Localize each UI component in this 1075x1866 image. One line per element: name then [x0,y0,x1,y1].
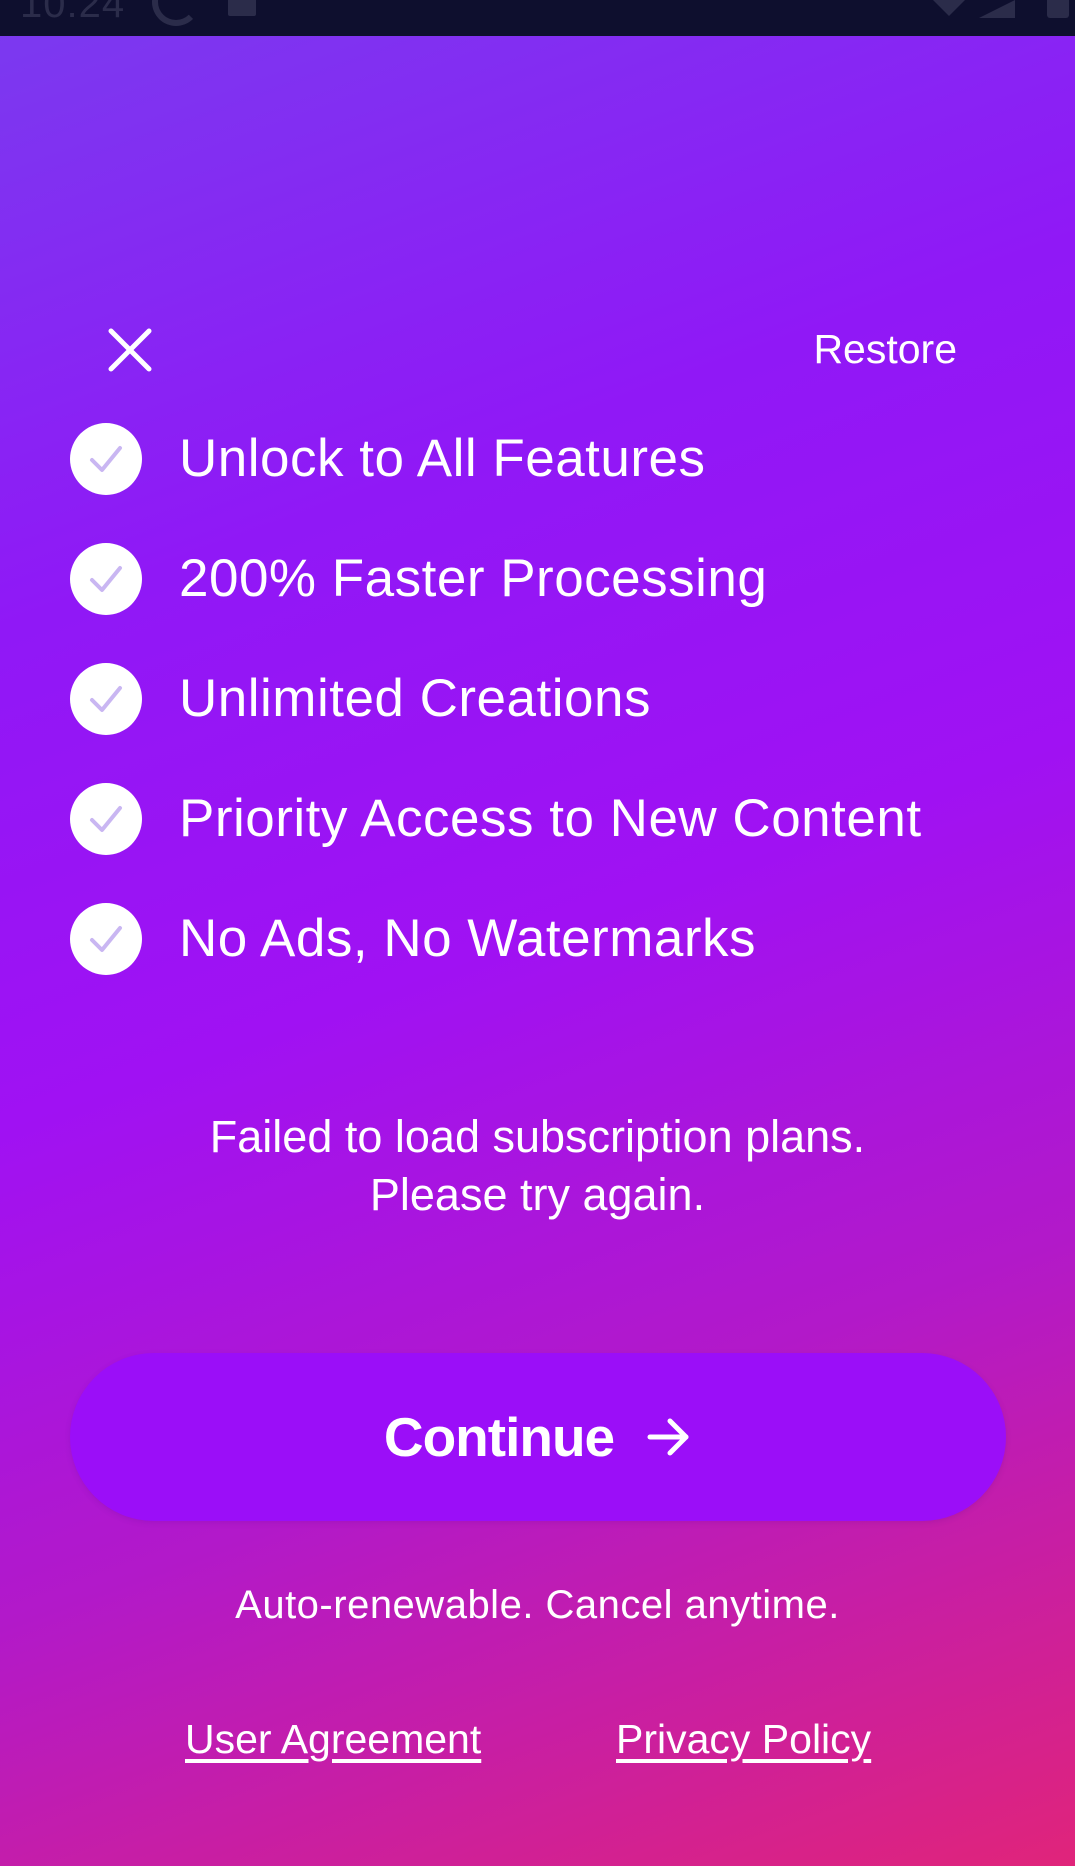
arrow-right-icon [646,1414,692,1460]
battery-icon [1047,0,1069,18]
feature-item: Unlimited Creations [70,663,1030,783]
notification-icon [228,0,256,16]
feature-label: 200% Faster Processing [179,549,768,608]
check-icon [70,543,142,615]
feature-label: No Ads, No Watermarks [179,909,756,968]
status-time: 10:24 [20,0,126,26]
google-icon [152,0,200,26]
close-button[interactable] [100,320,160,380]
user-agreement-link[interactable]: User Agreement [185,1716,481,1763]
feature-item: Unlock to All Features [70,423,1030,543]
check-icon [70,903,142,975]
feature-item: 200% Faster Processing [70,543,1030,663]
error-line-1: Failed to load subscription plans. [209,1111,866,1162]
close-icon [108,328,152,372]
feature-item: Priority Access to New Content [70,783,1030,903]
check-icon [70,423,142,495]
signal-icon [979,0,1015,18]
continue-button[interactable]: Continue [70,1353,1006,1521]
check-icon [70,783,142,855]
feature-label: Priority Access to New Content [179,789,922,848]
feature-item: No Ads, No Watermarks [70,903,1030,1023]
feature-label: Unlock to All Features [179,429,706,488]
feature-label: Unlimited Creations [179,669,651,728]
error-line-2: Please try again. [369,1169,706,1220]
privacy-policy-link[interactable]: Privacy Policy [616,1716,871,1763]
error-message: Failed to load subscription plans. Pleas… [0,1108,1075,1224]
renewal-note: Auto-renewable. Cancel anytime. [235,1583,840,1627]
feature-list: Unlock to All Features 200% Faster Proce… [70,423,1030,1023]
continue-label: Continue [383,1406,615,1468]
status-bar: 10:24 [0,0,1075,36]
check-icon [70,663,142,735]
wifi-icon [933,0,965,16]
restore-button[interactable]: Restore [813,326,957,373]
